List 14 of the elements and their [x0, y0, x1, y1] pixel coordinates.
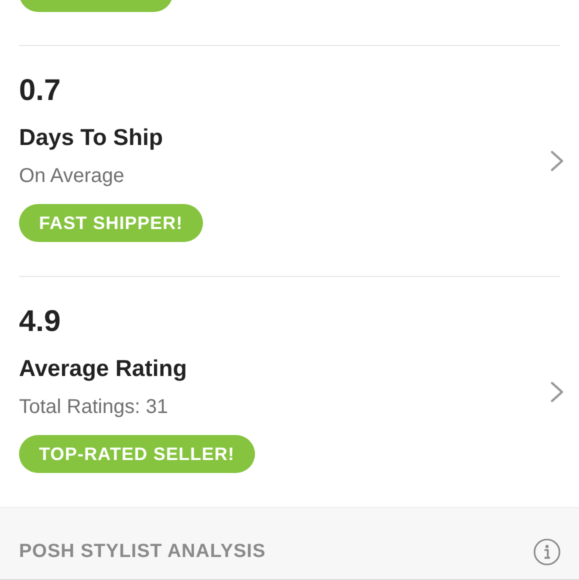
- stat-title: Days To Ship: [19, 123, 163, 152]
- stat-row[interactable]: 0.7 Days To Ship On Average FAST SHIPPER!: [19, 45, 560, 276]
- stat-value: 0.7: [19, 73, 61, 109]
- stat-subtitle: On Average: [19, 164, 124, 189]
- stat-subtitle: Total Ratings: 31: [19, 395, 168, 420]
- stat-row[interactable]: 4.9 Average Rating Total Ratings: 31 TOP-RATED SELLER!: [19, 276, 560, 507]
- badge: TOP-RATED SELLER!: [19, 435, 255, 473]
- chevron-right-icon: [550, 150, 564, 172]
- chevron-right-icon: [550, 381, 564, 403]
- stat-title: Average Rating: [19, 354, 187, 383]
- section-title: POSH STYLIST ANALYSIS: [19, 540, 266, 564]
- info-icon[interactable]: [533, 538, 561, 566]
- badge: FAST SHIPPER!: [19, 204, 203, 242]
- stat-value: 4.9: [19, 304, 61, 340]
